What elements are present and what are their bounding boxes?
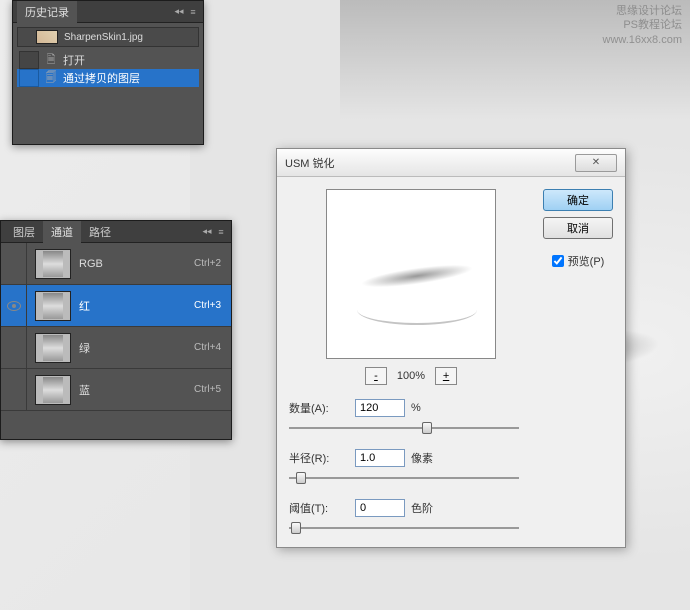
channel-name: 蓝 — [79, 382, 194, 398]
channel-thumbnail — [35, 291, 71, 321]
zoom-in-button[interactable]: + — [435, 367, 457, 385]
channel-name: RGB — [79, 258, 194, 270]
preview-checkbox-row[interactable]: 预览(P) — [552, 253, 605, 269]
document-thumbnail — [36, 30, 58, 44]
amount-label: 数量(A): — [289, 400, 349, 416]
slider-thumb[interactable] — [296, 472, 306, 484]
panel-collapse-icon[interactable]: ◂◂ — [201, 227, 213, 237]
tab-channels[interactable]: 通道 — [43, 221, 81, 243]
channel-visibility-toggle[interactable] — [1, 285, 27, 327]
document-icon: 🗎 — [43, 53, 59, 67]
threshold-label: 阈值(T): — [289, 500, 349, 516]
tab-layers[interactable]: 图层 — [5, 221, 43, 243]
channel-row-rgb[interactable]: RGB Ctrl+2 — [1, 243, 231, 285]
history-list: 🗎 打开 🗐 通过拷贝的图层 — [17, 51, 199, 87]
channel-thumbnail — [35, 375, 71, 405]
channel-visibility-toggle[interactable] — [1, 369, 27, 411]
layer-copy-icon: 🗐 — [43, 71, 59, 85]
preview-checkbox[interactable] — [552, 255, 564, 267]
channel-row-red[interactable]: 红 Ctrl+3 — [1, 285, 231, 327]
radius-unit: 像素 — [411, 450, 433, 466]
channel-shortcut: Ctrl+3 — [194, 300, 221, 311]
preview-area[interactable] — [326, 189, 496, 359]
watermark: 思缘设计论坛 PS教程论坛 www.16xx8.com — [603, 4, 682, 47]
zoom-controls: - 100% + — [289, 367, 533, 385]
history-visibility-cell[interactable] — [19, 51, 39, 69]
channel-row-blue[interactable]: 蓝 Ctrl+5 — [1, 369, 231, 411]
threshold-unit: 色阶 — [411, 500, 433, 516]
panel-menu-icon[interactable]: ≡ — [187, 7, 199, 17]
preview-content — [357, 295, 477, 325]
preview-checkbox-label: 预览(P) — [568, 253, 605, 269]
zoom-level: 100% — [397, 370, 425, 382]
dialog-titlebar[interactable]: USM 锐化 ✕ — [277, 149, 625, 177]
threshold-slider[interactable] — [289, 521, 519, 535]
channels-tabs: 图层 通道 路径 ◂◂ ≡ — [1, 221, 231, 243]
channel-row-green[interactable]: 绿 Ctrl+4 — [1, 327, 231, 369]
zoom-out-button[interactable]: - — [365, 367, 387, 385]
history-document-row[interactable]: SharpenSkin1.jpg — [17, 27, 199, 47]
amount-slider[interactable] — [289, 421, 519, 435]
panel-collapse-icon[interactable]: ◂◂ — [173, 7, 185, 17]
channel-visibility-toggle[interactable] — [1, 327, 27, 369]
channel-shortcut: Ctrl+4 — [194, 342, 221, 353]
watermark-line3: www.16xx8.com — [603, 33, 682, 47]
watermark-line2: PS教程论坛 — [603, 18, 682, 32]
panel-menu-icon[interactable]: ≡ — [215, 227, 227, 237]
channel-shortcut: Ctrl+5 — [194, 384, 221, 395]
channel-thumbnail — [35, 333, 71, 363]
history-visibility-cell[interactable] — [19, 69, 39, 87]
channels-panel: 图层 通道 路径 ◂◂ ≡ RGB Ctrl+2 红 Ctrl+3 绿 Ctrl… — [0, 220, 232, 440]
slider-thumb[interactable] — [422, 422, 432, 434]
slider-thumb[interactable] — [291, 522, 301, 534]
eye-icon — [7, 301, 21, 311]
threshold-input[interactable] — [355, 499, 405, 517]
tab-paths[interactable]: 路径 — [81, 221, 119, 243]
channel-shortcut: Ctrl+2 — [194, 258, 221, 269]
channel-thumbnail — [35, 249, 71, 279]
history-item-layer-via-copy[interactable]: 🗐 通过拷贝的图层 — [17, 69, 199, 87]
radius-row: 半径(R): 像素 — [289, 449, 533, 467]
channel-name: 绿 — [79, 340, 194, 356]
usm-sharpen-dialog: USM 锐化 ✕ - 100% + 数量(A): % 半径(R): — [276, 148, 626, 548]
channel-visibility-toggle[interactable] — [1, 243, 27, 285]
radius-label: 半径(R): — [289, 450, 349, 466]
watermark-line1: 思缘设计论坛 — [603, 4, 682, 18]
cancel-button[interactable]: 取消 — [543, 217, 613, 239]
ok-button[interactable]: 确定 — [543, 189, 613, 211]
radius-slider[interactable] — [289, 471, 519, 485]
history-panel: 历史记录 ◂◂ ≡ SharpenSkin1.jpg 🗎 打开 🗐 通过拷贝的图… — [12, 0, 204, 145]
document-name: SharpenSkin1.jpg — [64, 32, 143, 43]
amount-row: 数量(A): % — [289, 399, 533, 417]
history-item-open[interactable]: 🗎 打开 — [17, 51, 199, 69]
channel-list: RGB Ctrl+2 红 Ctrl+3 绿 Ctrl+4 蓝 Ctrl+5 — [1, 243, 231, 411]
amount-input[interactable] — [355, 399, 405, 417]
amount-unit: % — [411, 402, 421, 414]
close-button[interactable]: ✕ — [575, 154, 617, 172]
radius-input[interactable] — [355, 449, 405, 467]
threshold-row: 阈值(T): 色阶 — [289, 499, 533, 517]
history-tabs: 历史记录 ◂◂ ≡ — [13, 1, 203, 23]
preview-content — [346, 255, 488, 296]
channel-name: 红 — [79, 298, 194, 314]
dialog-title: USM 锐化 — [285, 155, 335, 171]
history-item-label: 打开 — [63, 52, 85, 68]
tab-history[interactable]: 历史记录 — [17, 1, 77, 23]
history-item-label: 通过拷贝的图层 — [63, 70, 140, 86]
